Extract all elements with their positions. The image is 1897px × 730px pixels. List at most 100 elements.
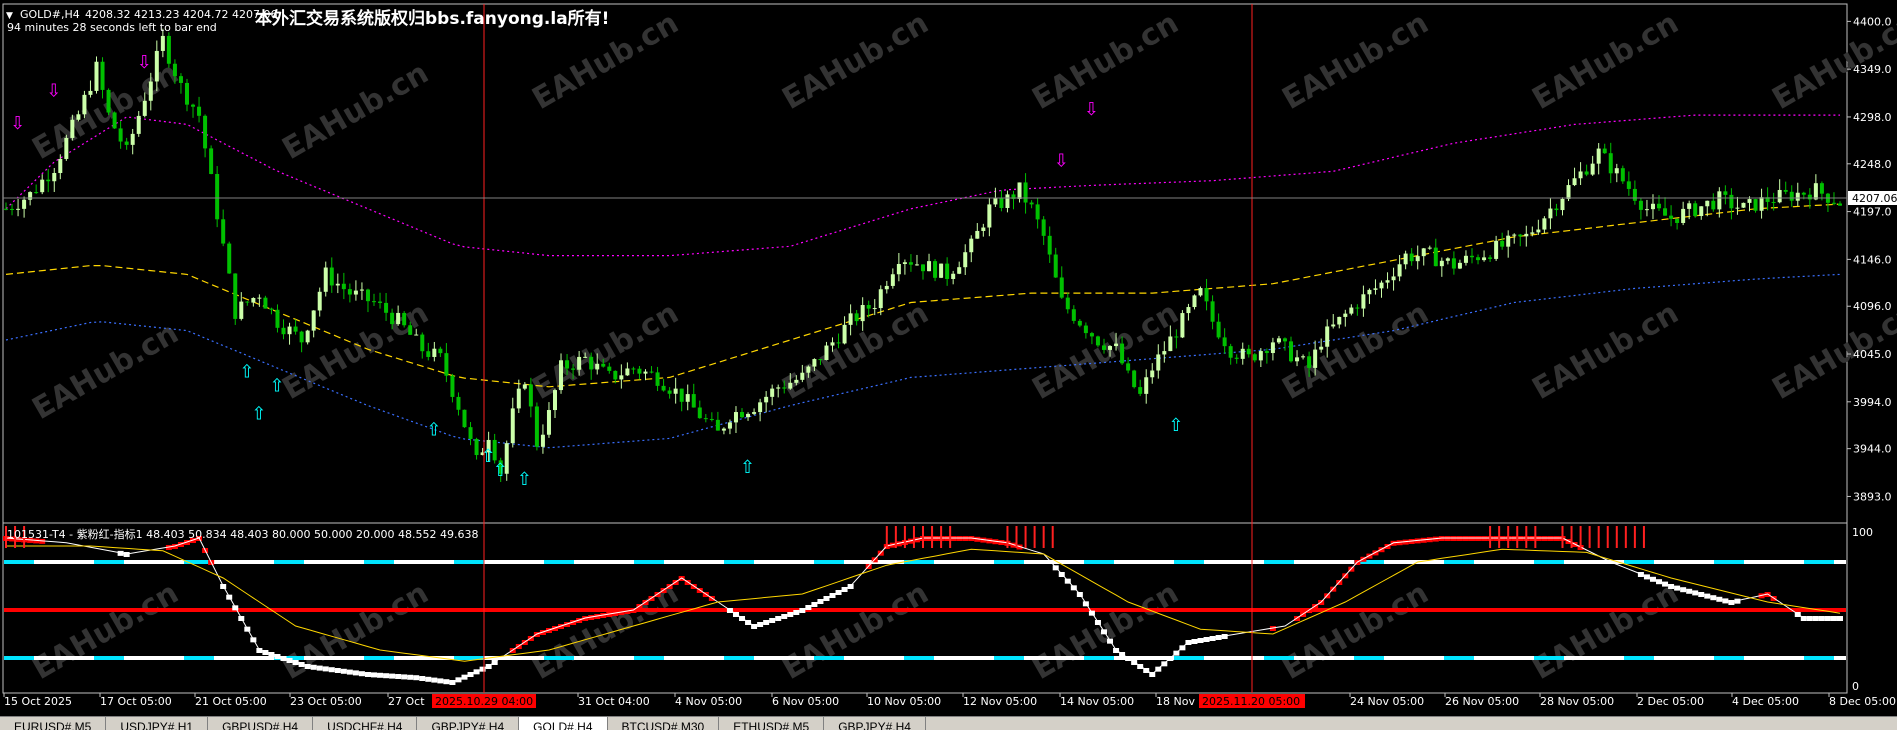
chart-tab-usdjpy-h1[interactable]: USDJPY#,H1 xyxy=(106,717,208,730)
candle-body xyxy=(432,349,436,357)
sell-arrow-icon: ⇩ xyxy=(1084,99,1099,120)
price-tick-label: 3994.0 xyxy=(1853,396,1892,409)
candle-body xyxy=(933,261,937,278)
candle-body xyxy=(221,219,225,243)
chart-tab-gbpjpy-h4-2[interactable]: GBPJPY#,H4 xyxy=(824,717,926,730)
chart-tab-ethusd-m5[interactable]: ETHUSD#,M5 xyxy=(719,717,824,730)
candle-body xyxy=(1802,193,1806,195)
chart-tab-gold-h4[interactable]: GOLD#,H4 xyxy=(519,717,607,730)
candle-body xyxy=(1024,182,1028,202)
chart-tab-gbpjpy-h4[interactable]: GBPJPY#,H4 xyxy=(417,717,519,730)
candle-body xyxy=(680,389,684,402)
sell-arrow-icon: ⇩ xyxy=(1054,151,1069,172)
candle-body xyxy=(1603,149,1607,154)
candle-body xyxy=(185,83,189,105)
candle-body xyxy=(28,192,32,200)
candle-body xyxy=(1150,371,1154,378)
candle-body xyxy=(1808,195,1812,200)
candle-body xyxy=(125,142,129,145)
candle-body xyxy=(16,209,20,210)
candle-body xyxy=(1820,183,1824,193)
candle-body xyxy=(1633,189,1637,201)
candle-body xyxy=(993,198,997,205)
candle-body xyxy=(571,369,575,370)
candle-body xyxy=(909,262,913,264)
candle-body xyxy=(390,313,394,324)
candle-body xyxy=(257,298,261,299)
candle-body xyxy=(692,394,696,407)
candle-body xyxy=(1675,219,1679,223)
chart-tab-btcusd-m30[interactable]: BTCUSD#,M30 xyxy=(608,717,720,730)
chart-tab-usdchf-h4[interactable]: USDCHF#,H4 xyxy=(313,717,417,730)
chart-tab-eurusd-m5[interactable]: EURUSD#,M5 xyxy=(0,717,106,730)
candle-body xyxy=(1253,354,1257,360)
sell-arrow-icon: ⇩ xyxy=(10,113,25,134)
candle-body xyxy=(1036,204,1040,219)
candle-body xyxy=(788,383,792,389)
candle-body xyxy=(1138,387,1142,394)
candle-body xyxy=(831,342,835,345)
candle-body xyxy=(1096,336,1100,345)
candle-body xyxy=(22,200,26,209)
candle-body xyxy=(595,364,599,370)
price-tick-label: 4349.0 xyxy=(1853,63,1892,76)
indicator-axis-0: 0 xyxy=(1852,680,1859,693)
candle-body xyxy=(58,159,62,173)
candle-body xyxy=(10,209,14,210)
candle-body xyxy=(456,397,460,410)
candle-body xyxy=(1621,168,1625,181)
candle-body xyxy=(1579,171,1583,178)
candle-body xyxy=(1639,201,1643,210)
time-tick-label: 23 Oct 05:00 xyxy=(290,695,362,708)
candle-body xyxy=(746,414,750,417)
candle-body xyxy=(643,372,647,374)
candle-body xyxy=(269,309,273,310)
candle-body xyxy=(88,91,92,95)
candle-body xyxy=(336,284,340,286)
candle-body xyxy=(1259,351,1263,360)
candle-body xyxy=(131,134,135,145)
chart-canvas[interactable]: EAHub.cnEAHub.cnEAHub.cnEAHub.cnEAHub.cn… xyxy=(0,0,1897,729)
candle-body xyxy=(1301,356,1305,357)
candle-body xyxy=(559,360,563,390)
candle-body xyxy=(1078,321,1082,326)
candle-body xyxy=(1211,301,1215,321)
time-marker-label-2: 2025.11.20 05:00 xyxy=(1202,695,1300,708)
candle-body xyxy=(686,394,690,402)
current-price-label: 4207.06 xyxy=(1852,192,1897,205)
candle-body xyxy=(1355,308,1359,309)
candle-body xyxy=(1428,248,1432,249)
candle-body xyxy=(113,112,117,128)
candle-body xyxy=(1796,193,1800,201)
candle-body xyxy=(402,313,406,325)
candle-body xyxy=(849,313,853,324)
candle-body xyxy=(740,412,744,417)
candle-body xyxy=(999,198,1003,208)
candle-body xyxy=(34,192,38,193)
candle-body xyxy=(1271,342,1275,353)
candle-body xyxy=(1452,258,1456,268)
time-tick-label: 4 Dec 05:00 xyxy=(1732,695,1799,708)
price-tick-label: 4248.0 xyxy=(1853,158,1892,171)
candle-body xyxy=(1042,219,1046,235)
chart-menu-icon[interactable]: ▼ xyxy=(6,11,13,21)
candle-body xyxy=(1416,256,1420,261)
candle-body xyxy=(674,389,678,394)
candle-body xyxy=(1410,254,1414,262)
candle-body xyxy=(1657,204,1661,209)
candle-body xyxy=(511,408,515,443)
candle-body xyxy=(1567,185,1571,199)
candle-body xyxy=(1705,201,1709,206)
candle-body xyxy=(903,262,907,264)
candle-body xyxy=(1180,313,1184,337)
candle-body xyxy=(855,313,859,321)
candle-body xyxy=(1760,197,1764,211)
candle-body xyxy=(1343,314,1347,317)
candle-body xyxy=(824,346,828,360)
candle-body xyxy=(1404,254,1408,265)
candle-body xyxy=(450,376,454,397)
chart-tab-gbpusd-h4[interactable]: GBPUSD#,H4 xyxy=(208,717,313,730)
candle-body xyxy=(1512,235,1516,236)
price-tick-label: 3893.0 xyxy=(1853,490,1892,503)
candle-body xyxy=(656,372,660,385)
